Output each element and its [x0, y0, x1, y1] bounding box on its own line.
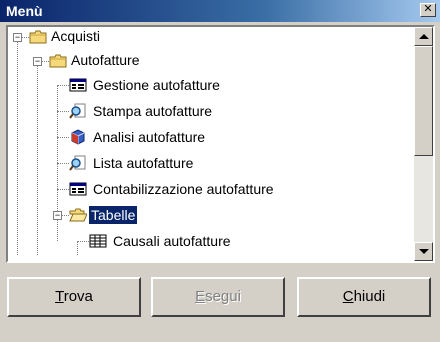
tree-branch-line [57, 111, 69, 112]
find-button-label: rova [63, 288, 93, 305]
tree-guide-line [37, 61, 38, 255]
tree-branch-line [57, 85, 69, 86]
form-icon [69, 77, 87, 93]
find-button-accelerator: T [55, 288, 64, 305]
tree-item-label: Causali autofatture [113, 233, 231, 249]
tree-item-label: Gestione autofatture [93, 77, 220, 93]
tree-guide-line [17, 37, 18, 255]
scroll-up-button[interactable] [414, 27, 433, 46]
folder-closed-icon [49, 53, 67, 69]
close-icon: ✕ [423, 3, 433, 15]
scroll-down-button[interactable] [414, 242, 433, 261]
tree-branch-line [22, 37, 29, 38]
window-title: Menù [6, 3, 43, 19]
tree-branch-line [77, 241, 89, 242]
tree-item-label: Lista autofatture [93, 155, 194, 171]
run-button-label: segui [205, 288, 241, 305]
tree-item-label: Tabelle [87, 205, 139, 225]
close-button-accelerator: C [342, 288, 354, 305]
tree-branch-line [57, 189, 69, 190]
tree-item-label: Autofatture [71, 52, 140, 68]
arrow-down-icon [419, 249, 429, 254]
close-button-label: hiudi [353, 288, 386, 305]
menu-window: Menù ✕ − Acquisti − Autofatture Gestione… [0, 0, 440, 342]
tree-branch-line [42, 61, 49, 62]
collapse-toggle[interactable]: − [13, 33, 22, 42]
magnifier-print-icon [69, 155, 87, 171]
collapse-toggle[interactable]: − [53, 211, 62, 220]
tree-branch-line [57, 137, 69, 138]
vertical-scrollbar[interactable] [414, 27, 433, 261]
close-button[interactable]: Chiudi [297, 277, 431, 317]
run-button-accelerator: E [195, 288, 206, 305]
close-window-button[interactable]: ✕ [420, 3, 436, 17]
tree-item-label: Analisi autofatture [93, 129, 206, 145]
tree-branch-line [57, 163, 69, 164]
folder-closed-icon [29, 29, 47, 45]
scroll-thumb[interactable] [414, 46, 433, 156]
find-button[interactable]: Trova [7, 277, 141, 317]
tree-item-label: Acquisti [51, 28, 101, 44]
menu-tree-view[interactable]: − Acquisti − Autofatture Gestione autofa… [6, 25, 435, 263]
folder-open-icon [69, 207, 88, 223]
title-bar[interactable]: Menù ✕ [0, 0, 440, 22]
run-button[interactable]: Esegui [151, 277, 285, 317]
tree-item-label: Stampa autofatture [93, 103, 213, 119]
tree-item-label: Contabilizzazione autofatture [93, 181, 274, 197]
table-icon [89, 233, 107, 249]
tree-branch-line [62, 215, 69, 216]
collapse-toggle[interactable]: − [33, 57, 42, 66]
tree-guide-line [77, 241, 78, 255]
tree-content: − Acquisti − Autofatture Gestione autofa… [8, 27, 414, 261]
analysis-cube-icon [69, 129, 87, 145]
arrow-up-icon [419, 34, 429, 39]
form-icon [69, 181, 87, 197]
magnifier-print-icon [69, 103, 87, 119]
